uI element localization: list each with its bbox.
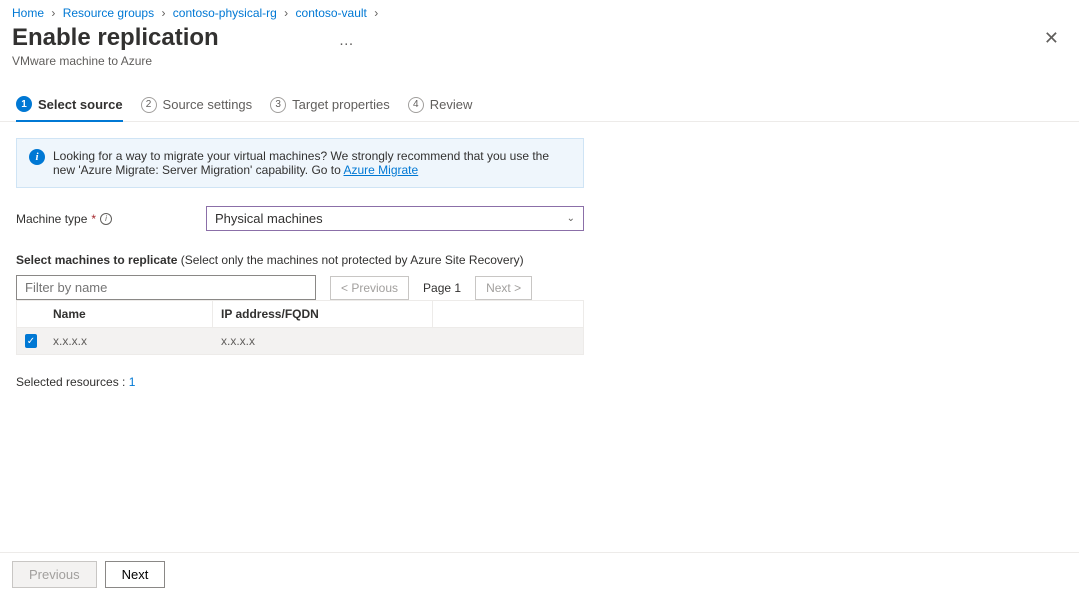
table-row[interactable]: ✓ x.x.x.x x.x.x.x: [17, 328, 583, 354]
column-checkbox: [17, 301, 45, 327]
next-button[interactable]: Next: [105, 561, 166, 588]
page-header: Enable replication … ✕: [0, 22, 1079, 54]
azure-migrate-link[interactable]: Azure Migrate: [343, 163, 418, 177]
close-icon[interactable]: ✕: [1044, 28, 1067, 49]
row-checkbox-cell: ✓: [17, 328, 45, 354]
tab-target-properties[interactable]: 3 Target properties: [270, 96, 390, 121]
column-name: Name: [45, 301, 213, 327]
tab-number: 2: [141, 97, 157, 113]
replicate-heading: Select machines to replicate (Select onl…: [16, 253, 584, 267]
tab-number: 3: [270, 97, 286, 113]
breadcrumb-home[interactable]: Home: [12, 6, 44, 20]
tab-label: Target properties: [292, 97, 390, 112]
selected-resources: Selected resources : 1: [16, 375, 584, 389]
tab-source-settings[interactable]: 2 Source settings: [141, 96, 253, 121]
breadcrumb-vault[interactable]: contoso-vault: [296, 6, 367, 20]
breadcrumb-rg[interactable]: contoso-physical-rg: [173, 6, 277, 20]
info-text: Looking for a way to migrate your virtua…: [53, 149, 571, 177]
next-page-button[interactable]: Next >: [475, 276, 532, 300]
tab-select-source[interactable]: 1 Select source: [16, 96, 123, 122]
row-name: x.x.x.x: [45, 328, 213, 354]
machines-table: Name IP address/FQDN ✓ x.x.x.x x.x.x.x: [16, 300, 584, 355]
tab-label: Select source: [38, 97, 123, 112]
dropdown-value: Physical machines: [215, 211, 323, 226]
filter-input[interactable]: [16, 275, 316, 300]
row-checkbox[interactable]: ✓: [25, 334, 37, 348]
machine-type-dropdown[interactable]: Physical machines ⌄: [206, 206, 584, 231]
wizard-footer: Previous Next: [0, 552, 1079, 596]
breadcrumb: Home › Resource groups › contoso-physica…: [0, 0, 1079, 22]
main-content: i Looking for a way to migrate your virt…: [0, 122, 600, 405]
column-spacer: [433, 301, 583, 327]
more-menu[interactable]: …: [339, 32, 356, 49]
previous-page-button[interactable]: < Previous: [330, 276, 409, 300]
machine-type-field: Machine type * i Physical machines ⌄: [16, 206, 584, 231]
chevron-right-icon: ›: [280, 6, 292, 20]
previous-button[interactable]: Previous: [12, 561, 97, 588]
required-indicator: *: [91, 212, 96, 226]
tab-label: Source settings: [163, 97, 253, 112]
tab-label: Review: [430, 97, 473, 112]
page-indicator: Page 1: [423, 281, 461, 295]
chevron-right-icon: ›: [370, 6, 382, 20]
selected-count: 1: [129, 375, 136, 389]
chevron-down-icon: ⌄: [567, 213, 575, 224]
info-icon: i: [29, 149, 45, 165]
machine-type-label: Machine type * i: [16, 212, 206, 226]
help-icon[interactable]: i: [100, 213, 112, 225]
tab-review[interactable]: 4 Review: [408, 96, 473, 121]
page-title: Enable replication: [12, 24, 219, 52]
chevron-right-icon: ›: [157, 6, 169, 20]
chevron-right-icon: ›: [47, 6, 59, 20]
table-toolbar: < Previous Page 1 Next >: [16, 275, 584, 300]
column-ip: IP address/FQDN: [213, 301, 433, 327]
tab-number: 1: [16, 96, 32, 112]
page-subtitle: VMware machine to Azure: [0, 54, 1079, 68]
row-ip: x.x.x.x: [213, 328, 583, 354]
wizard-tabs: 1 Select source 2 Source settings 3 Targ…: [0, 68, 1079, 122]
breadcrumb-resource-groups[interactable]: Resource groups: [63, 6, 154, 20]
tab-number: 4: [408, 97, 424, 113]
info-banner: i Looking for a way to migrate your virt…: [16, 138, 584, 188]
table-header: Name IP address/FQDN: [17, 300, 583, 328]
